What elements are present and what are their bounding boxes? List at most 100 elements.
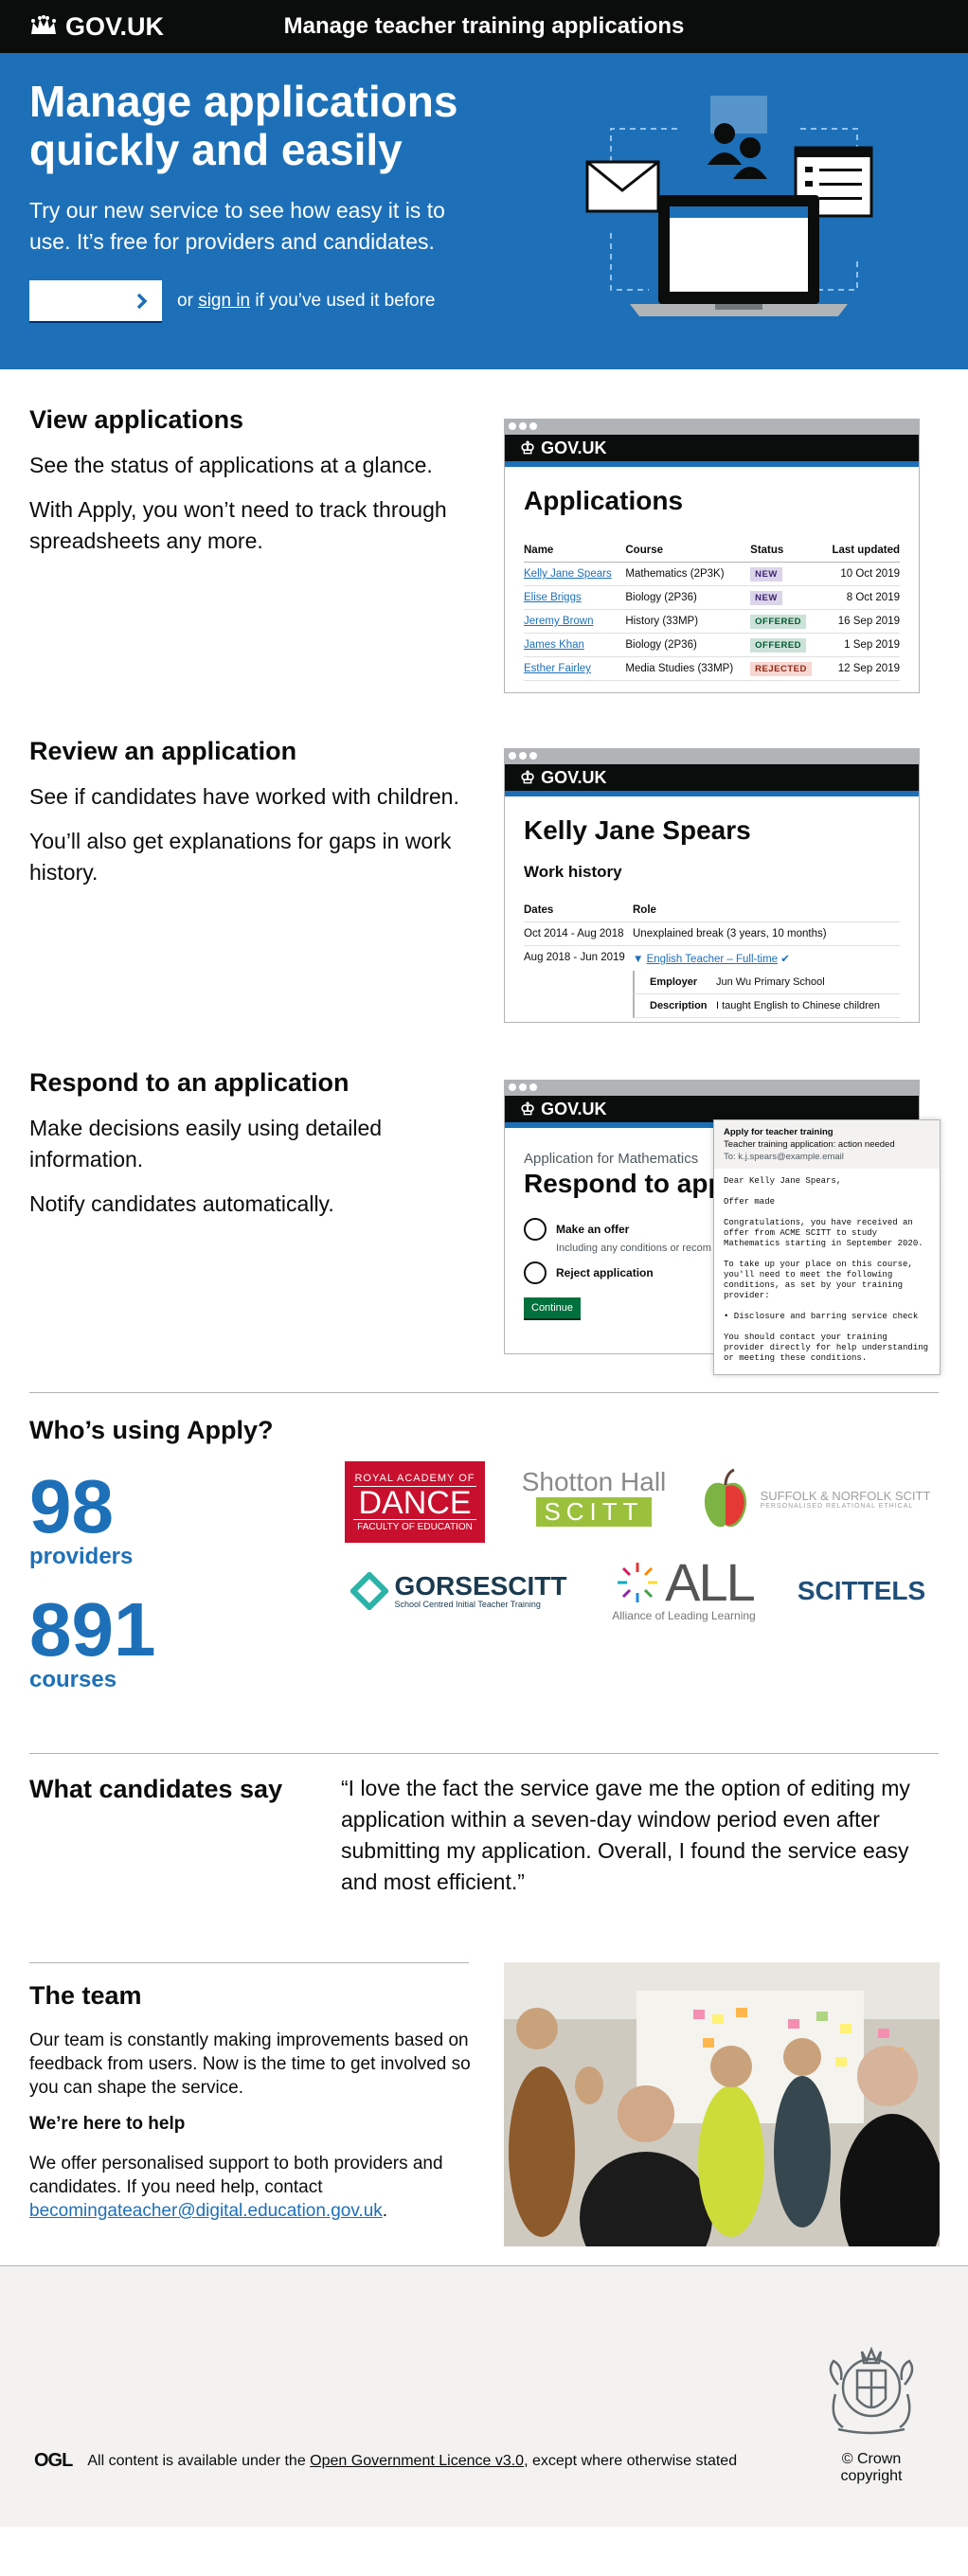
contact-email-link[interactable]: becomingateacher@digital.education.gov.u… bbox=[29, 2201, 383, 2221]
logo-text: SUFFOLK & NORFOLK SCITT bbox=[760, 1489, 931, 1503]
feature-paragraph: Notify candidates automatically. bbox=[29, 1191, 334, 1216]
govuk-logo-link[interactable]: GOV.UK bbox=[29, 12, 164, 42]
logo-text: FACULTY OF EDUCATION bbox=[357, 1521, 473, 1532]
help-title: We’re here to help bbox=[29, 2114, 186, 2134]
window-dot-icon bbox=[519, 1083, 527, 1091]
flower-icon bbox=[618, 1563, 658, 1602]
hero-lead: Try our new service to see how easy it i… bbox=[29, 198, 445, 254]
feature-review-application: Review an application See if candidates … bbox=[0, 701, 968, 1032]
window-dot-icon bbox=[529, 752, 537, 760]
description-label: Description bbox=[650, 1000, 708, 1011]
mock-logo: GOV.UK bbox=[541, 438, 607, 457]
feature-title: View applications bbox=[29, 405, 244, 434]
table-row: Elise Briggs Biology (2P36) NEW 8 Oct 2019 bbox=[524, 585, 900, 610]
course-cell: Biology (2P36) bbox=[625, 585, 751, 610]
applicant-link[interactable]: Elise Briggs bbox=[524, 592, 582, 603]
table-row: Jeremy Brown History (33MP) OFFERED 16 Sep … bbox=[524, 609, 900, 634]
chevron-right-icon bbox=[136, 293, 148, 309]
royal-coat-of-arms-icon bbox=[829, 2346, 914, 2435]
mock-header: ♔ GOV.UK bbox=[505, 764, 919, 796]
window-dot-icon bbox=[509, 1083, 516, 1091]
scittels-logo: SCITTELS bbox=[788, 1563, 935, 1619]
hero-illustration bbox=[585, 96, 873, 316]
sign-in-suffix: if you’ve used it before bbox=[255, 290, 436, 311]
royal-academy-dance-logo: ROYAL ACADEMY OF DANCE FACULTY OF EDUCAT… bbox=[345, 1461, 485, 1543]
mock-header: ♔ GOV.UK bbox=[505, 435, 919, 467]
status-badge: NEW bbox=[750, 591, 782, 605]
role-details-link[interactable]: English Teacher – Full-time bbox=[647, 954, 779, 965]
suffolk-norfolk-logo: SUFFOLK & NORFOLK SCITT PERSONALISED REL… bbox=[693, 1461, 935, 1537]
crown-icon: ♔ bbox=[520, 438, 536, 457]
work-history-title: Work history bbox=[524, 863, 622, 881]
site-footer: OGL All content is available under the O… bbox=[0, 2265, 968, 2527]
email-body: Dear Kelly Jane Spears, Offer made Congr… bbox=[724, 1176, 929, 1363]
feature-paragraph: With Apply, you won’t need to track thro… bbox=[29, 497, 447, 553]
licence-text: All content is available under the Open … bbox=[87, 2453, 737, 2470]
window-dot-icon bbox=[519, 752, 527, 760]
email-subject: Apply for teacher training bbox=[724, 1127, 834, 1137]
section-title: The team bbox=[29, 1981, 142, 2010]
feature-title: Review an application bbox=[29, 737, 297, 765]
applicant-link[interactable]: Kelly Jane Spears bbox=[524, 568, 612, 580]
continue-button[interactable]: Continue bbox=[524, 1297, 582, 1318]
status-badge: OFFERED bbox=[750, 638, 807, 653]
email-line: Teacher training application: action nee… bbox=[724, 1139, 895, 1150]
updated-cell: 1 Sep 2019 bbox=[821, 633, 900, 657]
browser-chrome bbox=[505, 420, 919, 435]
window-dot-icon bbox=[519, 422, 527, 430]
team-photo bbox=[504, 1962, 940, 2246]
feature-paragraph: Make decisions easily using detailed inf… bbox=[29, 1116, 383, 1172]
radio-label: Make an offer bbox=[556, 1223, 630, 1236]
logo-text: ALL bbox=[665, 1552, 756, 1612]
work-history-row: Aug 2018 - Jun 2019 ▼ English Teacher – F… bbox=[524, 946, 900, 971]
window-dot-icon bbox=[529, 1083, 537, 1091]
licence-link[interactable]: Open Government Licence v3.0 bbox=[310, 2453, 524, 2469]
table-row: Esther Fairley Media Studies (33MP) REJECT… bbox=[524, 656, 900, 681]
applicant-link[interactable]: Esther Fairley bbox=[524, 663, 591, 674]
feature-title: Respond to an application bbox=[29, 1068, 350, 1097]
check-icon: ✔ bbox=[780, 954, 790, 965]
logo-text: School Centred Initial Teacher Training bbox=[394, 1600, 541, 1609]
applicant-link[interactable]: Jeremy Brown bbox=[524, 616, 594, 627]
logo-text: ROYAL ACADEMY OF bbox=[354, 1472, 475, 1484]
team-paragraph: Our team is constantly making improvemen… bbox=[29, 2030, 471, 2098]
mock-logo: GOV.UK bbox=[541, 767, 607, 787]
email-preview: Apply for teacher training Teacher train… bbox=[713, 1119, 941, 1375]
table-row: Kelly Jane Spears Mathematics (2P3K) NEW 10… bbox=[524, 562, 900, 586]
shotton-hall-logo: Shotton Hall SCITT bbox=[509, 1463, 679, 1530]
updated-cell: 12 Sep 2019 bbox=[821, 656, 900, 681]
logo-text: PERSONALISED RELATIONAL ETHICAL bbox=[760, 1503, 914, 1510]
section-title: What candidates say bbox=[29, 1775, 283, 1803]
triangle-down-icon: ▼ bbox=[633, 954, 644, 965]
work-history-row: Oct 2014 - Aug 2018 Unexplained break (3 … bbox=[524, 922, 900, 946]
alliance-leading-learning-logo: ALL Alliance of Leading Learning bbox=[599, 1548, 769, 1630]
work-history-header: Dates Role bbox=[524, 899, 900, 922]
role-cell: Unexplained break (3 years, 10 months) bbox=[633, 928, 827, 939]
crown-icon bbox=[31, 15, 56, 34]
logo-text: GOV.UK bbox=[65, 11, 165, 41]
hero: Manage applications quickly and easily T… bbox=[0, 53, 968, 369]
mock-logo: GOV.UK bbox=[541, 1099, 607, 1118]
copyright-link[interactable]: © Crown copyright bbox=[810, 2451, 933, 2485]
team-section: The team Our team is constantly making i… bbox=[0, 1962, 968, 2265]
help-paragraph: We offer personalised support to both pr… bbox=[29, 2152, 475, 2223]
updated-cell: 16 Sep 2019 bbox=[821, 609, 900, 634]
feature-paragraph: You’ll also get explanations for gaps in… bbox=[29, 829, 452, 885]
crown-icon: ♔ bbox=[520, 1099, 536, 1118]
radio-circle-icon bbox=[524, 1261, 547, 1284]
sign-up-button[interactable]: Sign up bbox=[29, 280, 162, 321]
applicant-link[interactable]: James Khan bbox=[524, 639, 584, 651]
logo-text: SCITT bbox=[536, 1496, 652, 1527]
mock-heading: Kelly Jane Spears bbox=[524, 815, 751, 845]
updated-cell: 10 Oct 2019 bbox=[821, 562, 900, 586]
who-is-using-section: Who’s using Apply? 98 providers 891 cour… bbox=[0, 1393, 968, 1753]
licence-suffix: , except where otherwise stated bbox=[524, 2452, 738, 2469]
sign-in-text: or sign in if you’ve used it before bbox=[177, 291, 436, 312]
employer-value: Jun Wu Primary School bbox=[716, 976, 825, 988]
dates-header: Dates bbox=[524, 904, 554, 916]
email-header: Apply for teacher training Teacher train… bbox=[714, 1120, 940, 1169]
feature-view-applications: View applications See the status of appl… bbox=[0, 369, 968, 701]
diamond-icon bbox=[350, 1572, 389, 1610]
courses-label: courses bbox=[29, 1667, 117, 1692]
sign-in-link[interactable]: sign in bbox=[198, 291, 250, 311]
